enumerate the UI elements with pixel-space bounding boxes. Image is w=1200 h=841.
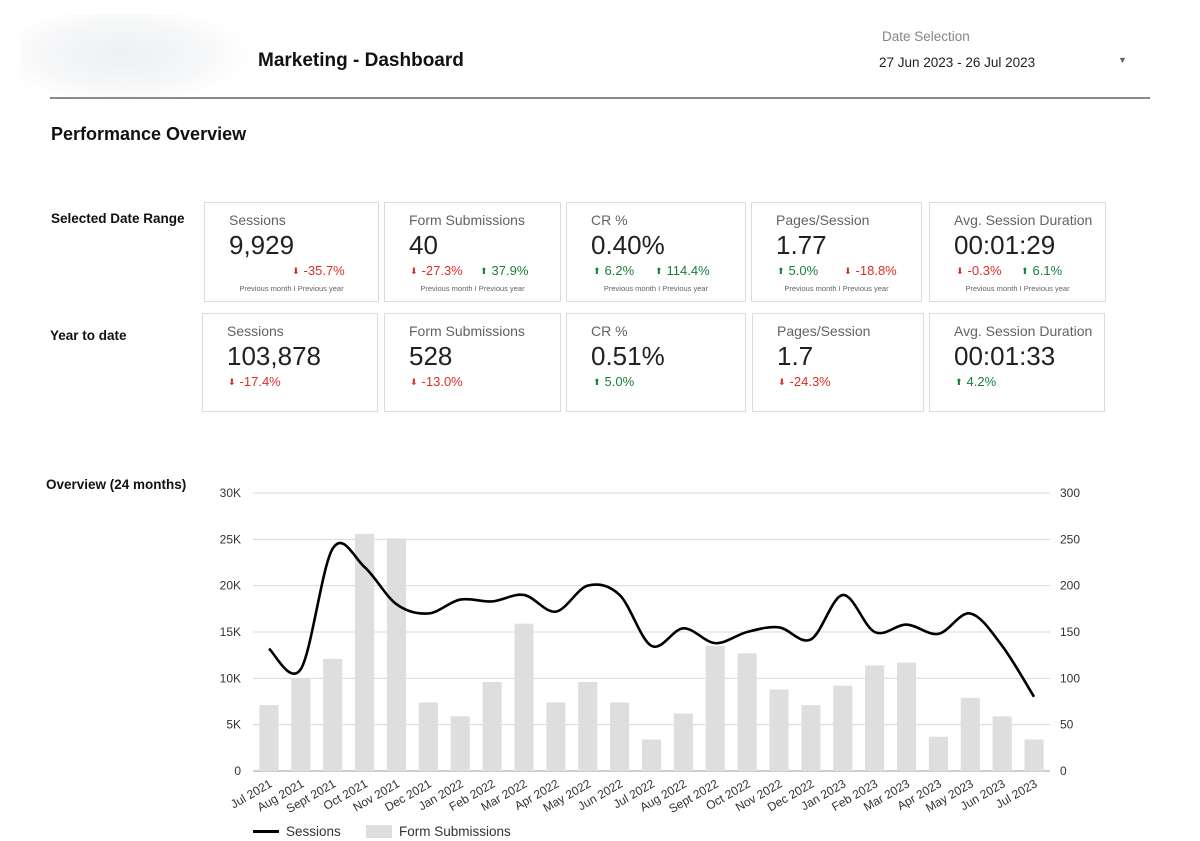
bar-form-submissions	[355, 533, 375, 771]
y-right-tick-label: 250	[1060, 532, 1080, 546]
y-left-tick-label: 25K	[220, 532, 241, 546]
legend-form-submissions-swatch	[366, 825, 392, 838]
bar-form-submissions	[896, 662, 917, 771]
bar-form-submissions	[833, 685, 853, 771]
y-right-tick-label: 50	[1060, 718, 1074, 732]
legend-form-submissions-label[interactable]: Form Submissions	[399, 824, 511, 839]
bar-form-submissions	[928, 736, 948, 771]
bar-form-submissions	[865, 665, 885, 771]
bar-form-submissions	[386, 538, 407, 771]
bar-form-submissions	[960, 697, 980, 771]
bar-form-submissions	[259, 705, 279, 771]
bar-form-submissions	[610, 702, 630, 771]
y-left-tick-label: 5K	[226, 718, 241, 732]
bar-form-submissions	[450, 716, 470, 771]
y-right-tick-label: 100	[1060, 671, 1080, 685]
bar-form-submissions	[769, 689, 789, 771]
bar-form-submissions	[673, 713, 693, 771]
bar-form-submissions	[992, 716, 1012, 771]
bar-form-submissions	[578, 682, 598, 771]
y-left-tick-label: 0	[234, 764, 241, 778]
bar-form-submissions	[1024, 739, 1044, 771]
bar-form-submissions	[641, 739, 662, 771]
bar-form-submissions	[482, 682, 502, 771]
bar-form-submissions	[323, 658, 343, 771]
y-right-tick-label: 150	[1060, 625, 1080, 639]
bar-form-submissions	[291, 678, 311, 771]
legend-sessions-swatch	[253, 830, 279, 833]
bar-form-submissions	[801, 705, 821, 771]
y-right-tick-label: 200	[1060, 579, 1080, 593]
overview-combo-chart[interactable]: 0 05K 5010K 10015K 15020K 20025K 25030K 300Jul …	[0, 0, 1200, 841]
bar-form-submissions	[514, 623, 534, 771]
legend-sessions-label[interactable]: Sessions	[286, 824, 341, 839]
bar-form-submissions	[737, 653, 757, 771]
y-right-tick-label: 300	[1060, 486, 1080, 500]
y-left-tick-label: 20K	[220, 579, 241, 593]
line-sessions	[268, 541, 1036, 698]
bar-form-submissions	[546, 702, 566, 771]
y-left-tick-label: 15K	[220, 625, 241, 639]
bar-form-submissions	[418, 702, 438, 771]
y-left-tick-label: 30K	[220, 486, 241, 500]
y-left-tick-label: 10K	[220, 671, 241, 685]
y-right-tick-label: 0	[1060, 764, 1067, 778]
bar-form-submissions	[705, 645, 725, 771]
